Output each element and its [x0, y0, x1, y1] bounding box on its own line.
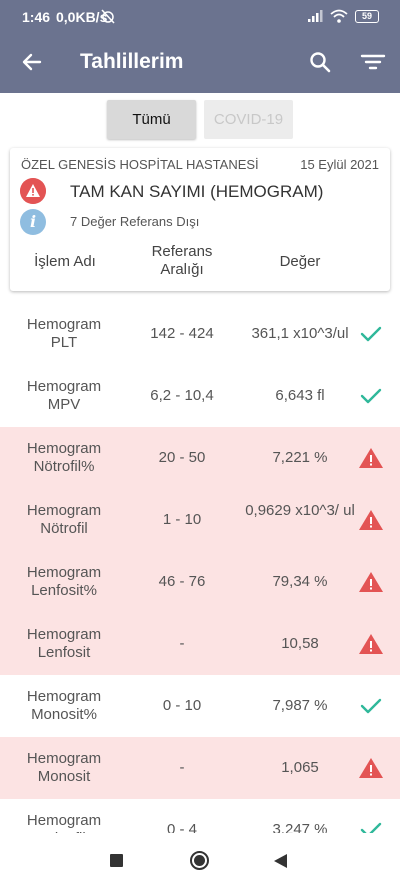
tab-covid-19[interactable]: COVID-19	[204, 100, 293, 139]
row-value: 7,987 %	[272, 697, 328, 714]
info-icon: i	[20, 209, 46, 235]
test-name: TAM KAN SAYIMI (HEMOGRAM)	[70, 182, 324, 201]
row-name: Hemogram Lenfosit	[26, 626, 102, 661]
home-icon[interactable]	[189, 850, 210, 871]
row-reference: 142 - 424	[150, 325, 214, 342]
warning-icon	[20, 178, 46, 204]
test-date: 15 Eylül 2021	[300, 157, 379, 172]
signal-icon	[308, 10, 323, 22]
column-header-reference: Referans Aralığı	[151, 243, 213, 278]
filter-icon[interactable]	[360, 50, 386, 74]
back-arrow-icon[interactable]	[20, 50, 44, 74]
warning-icon	[359, 448, 383, 468]
row-name: Hemogram Nötrofil	[26, 502, 102, 537]
table-row: Hemogram Monosit - 1,065	[0, 737, 400, 799]
warning-icon	[359, 510, 383, 530]
row-value: 361,1 x10^3/ul	[251, 325, 349, 342]
check-icon	[360, 822, 382, 833]
row-reference: -	[179, 635, 185, 652]
row-name: Hemogram Monosit%	[26, 688, 102, 723]
row-value: 79,34 %	[272, 573, 328, 590]
row-value: 1,065	[281, 759, 319, 776]
row-name: Hemogram Nötrofil%	[26, 440, 102, 475]
table-row: Hemogram Monosit% 0 - 10 7,987 %	[0, 675, 400, 737]
out-of-reference-count: 7 Değer Referans Dışı	[70, 214, 200, 229]
row-reference: 1 - 10	[162, 511, 202, 528]
warning-icon	[359, 634, 383, 654]
category-tabs: Tümü COVID-19	[0, 100, 400, 140]
column-header-value: Değer	[279, 253, 321, 270]
system-nav-bar	[0, 833, 400, 888]
row-name: Hemogram Monosit	[26, 750, 102, 785]
page-title: Tahlillerim	[80, 50, 184, 73]
test-summary-card[interactable]: ÖZEL GENESİS HOSPİTAL HASTANESİ 15 Eylül…	[10, 148, 390, 291]
app-bar: Tahlillerim	[0, 32, 400, 93]
row-name: Hemogram Eozinofil%	[26, 812, 102, 833]
row-reference: 6,2 - 10,4	[150, 387, 214, 404]
check-icon	[360, 388, 382, 404]
status-time: 1:46	[22, 9, 51, 25]
status-bar: 1:46 0,0KB/s 59	[0, 0, 400, 32]
row-name: Hemogram Lenfosit%	[26, 564, 102, 599]
row-name: Hemogram PLT	[26, 316, 102, 351]
table-row: Hemogram Nötrofil% 20 - 50 7,221 %	[0, 427, 400, 489]
row-reference: 20 - 50	[158, 449, 206, 466]
warning-icon	[359, 758, 383, 778]
row-reference: 46 - 76	[158, 573, 206, 590]
alarm-off-icon	[101, 9, 115, 24]
row-name: Hemogram MPV	[26, 378, 102, 413]
check-icon	[360, 698, 382, 714]
search-icon[interactable]	[308, 50, 332, 74]
wifi-icon	[330, 9, 348, 23]
table-row: Hemogram MPV 6,2 - 10,4 6,643 fl	[0, 365, 400, 427]
battery-icon: 59	[355, 10, 379, 23]
row-reference: 0 - 10	[162, 697, 202, 714]
warning-icon	[359, 572, 383, 592]
table-row: Hemogram Lenfosit - 10,58	[0, 613, 400, 675]
hospital-name: ÖZEL GENESİS HOSPİTAL HASTANESİ	[21, 157, 259, 172]
tab-all[interactable]: Tümü	[107, 100, 196, 139]
table-row: Hemogram Lenfosit% 46 - 76 79,34 %	[0, 551, 400, 613]
table-row: Hemogram Nötrofil 1 - 10 0,9629 x10^3/ u…	[0, 489, 400, 551]
row-reference: -	[179, 759, 185, 776]
row-value: 6,643 fl	[275, 387, 325, 404]
check-icon	[360, 326, 382, 342]
back-nav-icon[interactable]	[272, 853, 288, 869]
table-row: Hemogram Eozinofil% 0 - 4 3,247 %	[0, 799, 400, 833]
row-value: 10,58	[281, 635, 319, 652]
column-header-name: İşlem Adı	[34, 253, 96, 270]
row-value: 7,221 %	[272, 449, 328, 466]
table-row: Hemogram PLT 142 - 424 361,1 x10^3/ul	[0, 303, 400, 365]
results-list[interactable]: Hemogram PLT 142 - 424 361,1 x10^3/ul He…	[0, 303, 400, 833]
row-reference: 0 - 4	[166, 821, 197, 833]
row-value: 3,247 %	[272, 821, 328, 833]
row-value: 0,9629 x10^3/ ul	[245, 502, 355, 519]
recent-apps-icon[interactable]	[110, 854, 123, 867]
